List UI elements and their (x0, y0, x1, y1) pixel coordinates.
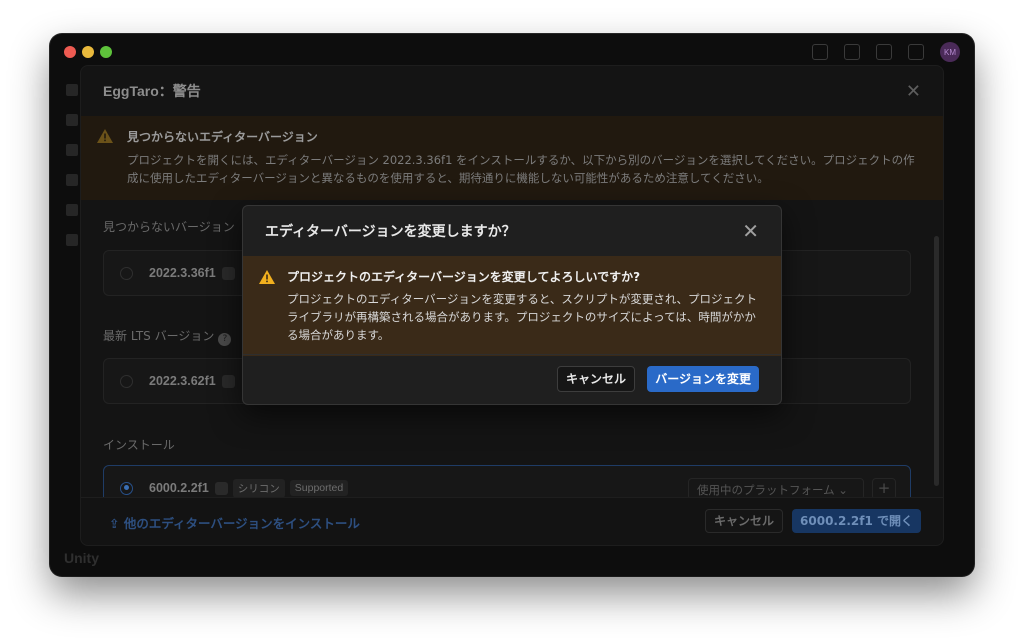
panel-icon[interactable] (812, 44, 828, 60)
warning-triangle-icon (259, 270, 275, 284)
banner-title: 見つからないエディターバージョン (127, 130, 318, 144)
moon-icon[interactable] (844, 44, 860, 60)
block-icon[interactable] (908, 44, 924, 60)
change-version-modal: エディターバージョンを変更しますか？ ✕ プロジェクトのエディターバージョンを変… (242, 205, 782, 405)
missing-version-label: 見つからないバージョン (103, 220, 235, 234)
version-number: 2022.3.62f1 (149, 374, 216, 388)
missing-version-banner: 見つからないエディターバージョン プロジェクトを開くには、エディターバージョン … (81, 116, 943, 200)
cancel-button[interactable]: キャンセル (704, 509, 783, 533)
apple-icon (214, 481, 228, 495)
warning-dialog-footer: ⇪ 他のエディターバージョンをインストール キャンセル 6000.2.2f1 で… (81, 497, 943, 545)
install-other-version-link[interactable]: ⇪ 他のエディターバージョンをインストール (109, 513, 360, 532)
scrollbar[interactable] (934, 236, 939, 486)
help-icon[interactable]: ? (218, 333, 232, 346)
close-window-button[interactable] (64, 46, 76, 58)
modal-question: プロジェクトのエディターバージョンを変更してよろしいですか? (287, 270, 641, 284)
sidebar-icon[interactable] (66, 144, 78, 156)
zoom-window-button[interactable] (100, 46, 112, 58)
lts-label-text: 最新 LTS バージョン (103, 329, 215, 343)
warning-dialog-title: EggTaro：警告 (103, 83, 201, 99)
modal-title: エディターバージョンを変更しますか？ (265, 224, 516, 240)
top-toolbar: KM (812, 42, 960, 62)
change-version-button[interactable]: バージョンを変更 (647, 366, 759, 392)
modal-footer: キャンセル バージョンを変更 (243, 354, 781, 404)
installed-label: インストール (103, 438, 175, 452)
window-controls (64, 46, 112, 58)
modal-warning-body: プロジェクトのエディターバージョンを変更してよろしいですか? プロジェクトのエデ… (243, 256, 781, 356)
modal-message: プロジェクトのエディターバージョンを変更すると、スクリプトが変更され、プロジェク… (287, 292, 757, 342)
radio-button[interactable] (120, 374, 133, 388)
download-icon[interactable] (876, 44, 892, 60)
cancel-button[interactable]: キャンセル (556, 366, 635, 392)
sidebar-icon[interactable] (66, 204, 78, 216)
arch-chip: シリコン (232, 478, 285, 498)
apple-icon (221, 266, 235, 280)
version-number: 6000.2.2f1 (149, 481, 209, 495)
sidebar-icon[interactable] (66, 114, 78, 126)
apple-icon (221, 374, 235, 388)
minimize-window-button[interactable] (82, 46, 94, 58)
open-with-version-button[interactable]: 6000.2.2f1 で開く (792, 509, 921, 533)
unity-logo-label: Unity (64, 550, 99, 566)
sidebar-icon[interactable] (66, 234, 78, 246)
lts-version-label: 最新 LTS バージョン? (103, 327, 232, 346)
modal-header: エディターバージョンを変更しますか？ ✕ (243, 206, 781, 256)
warning-triangle-icon (97, 129, 113, 143)
install-link-text: 他のエディターバージョンをインストール (123, 516, 360, 531)
avatar[interactable]: KM (940, 42, 960, 62)
radio-button-selected[interactable] (120, 481, 133, 495)
sidebar-icon[interactable] (66, 84, 78, 96)
banner-text: プロジェクトを開くには、エディターバージョン 2022.3.36f1 をインスト… (127, 153, 915, 185)
radio-button[interactable] (120, 266, 133, 280)
sidebar-icon[interactable] (66, 174, 78, 186)
download-icon: ⇪ (109, 516, 124, 531)
status-badge: Supported (289, 480, 349, 496)
warning-dialog-header: EggTaro：警告 ✕ (81, 66, 943, 116)
version-number: 2022.3.36f1 (149, 266, 216, 280)
close-icon[interactable]: ✕ (906, 81, 921, 102)
close-icon[interactable]: ✕ (742, 221, 759, 241)
sidebar (66, 84, 78, 246)
